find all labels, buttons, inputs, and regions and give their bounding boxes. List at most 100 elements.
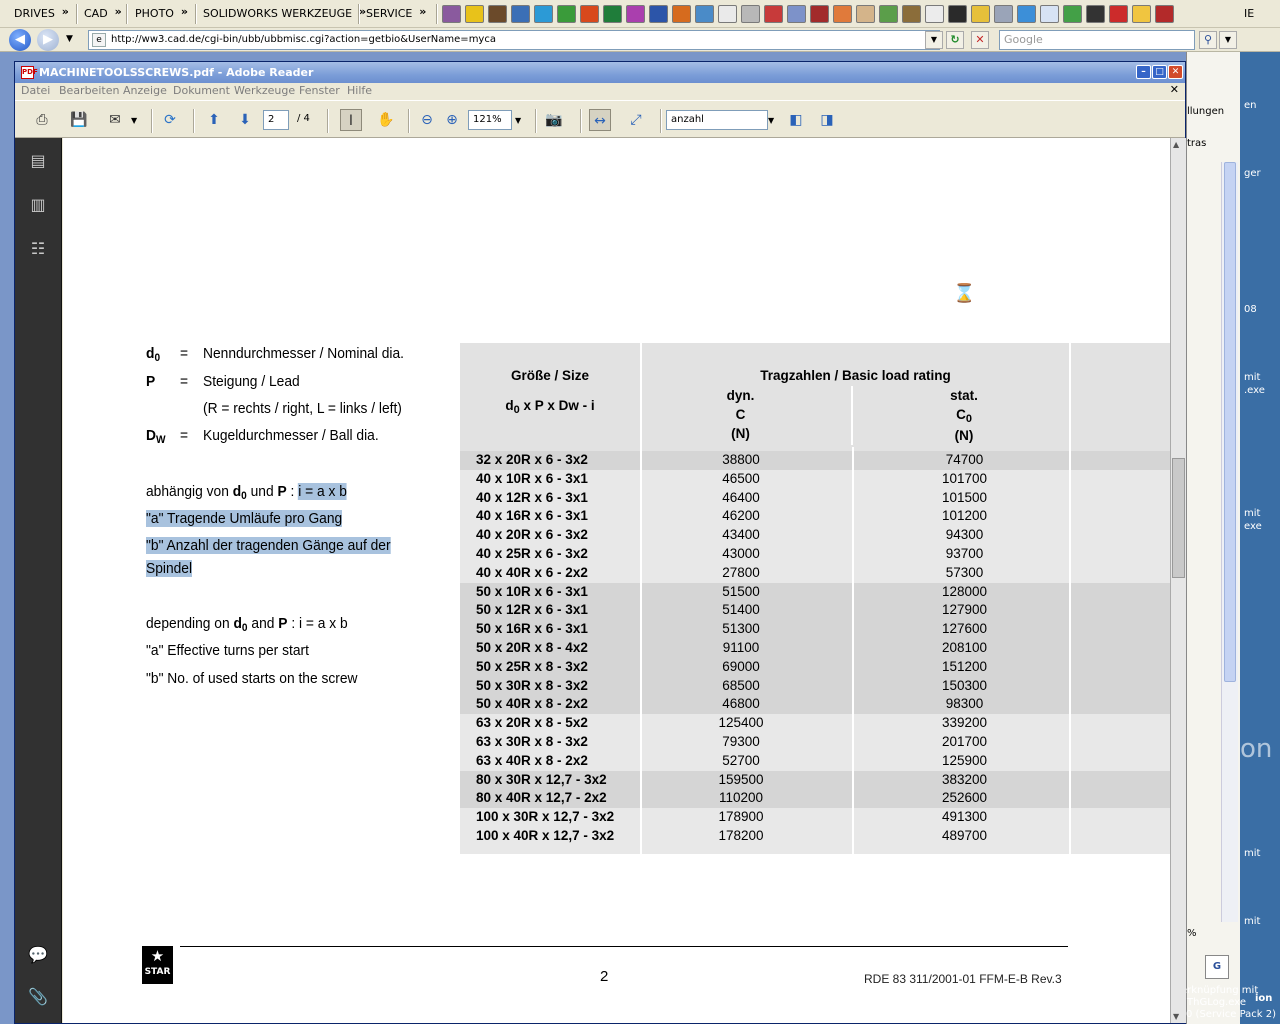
app-icon[interactable] <box>833 5 852 23</box>
background-scrollbar[interactable] <box>1221 162 1238 922</box>
minimize-button[interactable]: – <box>1136 65 1151 79</box>
app-icon[interactable] <box>488 5 507 23</box>
app-icon[interactable] <box>948 5 967 23</box>
app-icon[interactable] <box>764 5 783 23</box>
close-document-icon[interactable]: ✕ <box>1170 83 1179 96</box>
menu-bearbeiten[interactable]: Bearbeiten <box>59 84 119 97</box>
selected-text[interactable]: "b" Anzahl der tragenden Gänge auf der <box>146 537 391 554</box>
app-icon[interactable] <box>626 5 645 23</box>
fit-width-icon[interactable]: ↔ <box>589 109 611 131</box>
app-icon[interactable] <box>1109 5 1128 23</box>
snapshot-icon[interactable]: 📷 <box>543 109 565 131</box>
selected-text[interactable]: i = a x b <box>298 483 347 500</box>
search-input[interactable]: Google <box>999 30 1195 50</box>
app-icon[interactable] <box>1086 5 1105 23</box>
search-icon[interactable]: ⚲ <box>1199 31 1217 49</box>
desktop-shortcut-label[interactable]: ThGLog.exe <box>1187 997 1246 1008</box>
app-icon[interactable] <box>695 5 714 23</box>
window-icon[interactable] <box>718 5 737 23</box>
app-icon[interactable] <box>442 5 461 23</box>
zoom-out-icon[interactable]: ⊖ <box>416 109 438 131</box>
links-item-ie[interactable]: IE <box>1240 5 1254 23</box>
bookmarks-panel-icon[interactable]: ▥ <box>27 194 49 216</box>
scroll-thumb[interactable] <box>1224 162 1236 682</box>
excel-icon[interactable] <box>603 5 622 23</box>
maximize-button[interactable]: □ <box>1152 65 1167 79</box>
refresh-icon[interactable]: ↻ <box>946 31 964 49</box>
folder-icon[interactable] <box>1132 5 1151 23</box>
menu-hilfe[interactable]: Hilfe <box>347 84 372 97</box>
links-item-solidworks[interactable]: SOLIDWORKS WERKZEUGE» <box>199 5 366 23</box>
select-text-icon[interactable]: I <box>340 109 362 131</box>
app-icon[interactable] <box>994 5 1013 23</box>
find-next-icon[interactable]: ◨ <box>816 109 838 131</box>
star-icon[interactable] <box>465 5 484 23</box>
links-item-service[interactable]: SERVICE» <box>362 5 426 23</box>
find-dropdown-icon[interactable]: ▼ <box>768 116 774 125</box>
app-icon[interactable] <box>787 5 806 23</box>
app-icon[interactable] <box>534 5 553 23</box>
find-previous-icon[interactable]: ◧ <box>785 109 807 131</box>
organizer-icon[interactable]: ⟳ <box>159 109 181 131</box>
layers-panel-icon[interactable]: ☷ <box>27 238 49 260</box>
app-icon[interactable] <box>879 5 898 23</box>
forward-button[interactable]: ▶ <box>37 29 59 51</box>
app-icon[interactable] <box>971 5 990 23</box>
app-icon[interactable] <box>856 5 875 23</box>
save-icon[interactable]: 💾 <box>68 109 90 131</box>
stop-icon[interactable]: ✕ <box>971 31 989 49</box>
app-icon[interactable] <box>741 5 760 23</box>
app-icon[interactable] <box>557 5 576 23</box>
address-dropdown-icon[interactable]: ▼ <box>925 31 943 49</box>
scroll-up-icon[interactable]: ▲ <box>1173 140 1179 149</box>
menu-werkzeuge[interactable]: Werkzeuge <box>234 84 295 97</box>
attachments-panel-icon[interactable]: 📎 <box>27 986 49 1008</box>
cell-dyn: 159500 <box>641 770 854 790</box>
pages-panel-icon[interactable]: ▤ <box>27 150 49 172</box>
page-number-input[interactable]: 2 <box>263 110 289 130</box>
app-icon[interactable] <box>511 5 530 23</box>
email-icon[interactable]: ✉ <box>104 109 126 131</box>
find-input[interactable]: anzahl <box>666 110 768 130</box>
links-item-photo[interactable]: PHOTO» <box>131 5 188 23</box>
zoom-in-icon[interactable]: ⊕ <box>441 109 463 131</box>
selected-text[interactable]: "a" Tragende Umläufe pro Gang <box>146 510 343 527</box>
links-item-drives[interactable]: DRIVES» <box>10 5 69 23</box>
fit-page-icon[interactable]: ⤢ <box>625 109 647 131</box>
app-icon[interactable] <box>1155 5 1174 23</box>
comments-panel-icon[interactable]: 💬 <box>27 944 49 966</box>
links-item-cad[interactable]: CAD» <box>80 5 122 23</box>
app-icon[interactable] <box>580 5 599 23</box>
app-icon[interactable] <box>902 5 921 23</box>
menu-datei[interactable]: Datei <box>21 84 50 97</box>
menu-dokument[interactable]: Dokument <box>173 84 230 97</box>
zoom-dropdown-icon[interactable]: ▼ <box>515 116 521 125</box>
next-page-icon[interactable]: ⬇ <box>234 109 256 131</box>
back-button[interactable]: ◀ <box>9 29 31 51</box>
scroll-down-icon[interactable]: ▼ <box>1173 1012 1179 1021</box>
app-icon[interactable] <box>810 5 829 23</box>
hand-tool-icon[interactable]: ✋ <box>375 109 397 131</box>
search-dropdown-icon[interactable]: ▼ <box>1219 31 1237 49</box>
history-dropdown-icon[interactable]: ▼ <box>66 34 73 44</box>
desktop-shortcut-label[interactable]: erknüpfung mit <box>1181 985 1258 996</box>
window-icon[interactable] <box>925 5 944 23</box>
selected-text[interactable]: Spindel <box>146 560 193 577</box>
print-icon[interactable]: ⎙ <box>31 109 53 131</box>
app-icon[interactable] <box>672 5 691 23</box>
menu-fenster[interactable]: Fenster <box>299 84 340 97</box>
menu-anzeige[interactable]: Anzeige <box>123 84 167 97</box>
app-icon[interactable] <box>1017 5 1036 23</box>
zoom-input[interactable]: 121% <box>468 110 512 130</box>
scroll-thumb[interactable] <box>1172 458 1185 578</box>
desktop-shortcut-icon[interactable]: G <box>1205 955 1229 979</box>
chevron-down-icon[interactable]: ▼ <box>131 116 137 125</box>
window-titlebar[interactable]: PDF MACHINETOOLSSCREWS.pdf - Adobe Reade… <box>15 62 1185 83</box>
app-icon[interactable] <box>1040 5 1059 23</box>
vertical-scrollbar[interactable]: ▲ ▼ <box>1170 138 1186 1023</box>
close-button[interactable]: ✕ <box>1168 65 1183 79</box>
word-icon[interactable] <box>649 5 668 23</box>
address-input[interactable]: e http://ww3.cad.de/cgi-bin/ubb/ubbmisc.… <box>88 30 940 50</box>
previous-page-icon[interactable]: ⬆ <box>203 109 225 131</box>
app-icon[interactable] <box>1063 5 1082 23</box>
